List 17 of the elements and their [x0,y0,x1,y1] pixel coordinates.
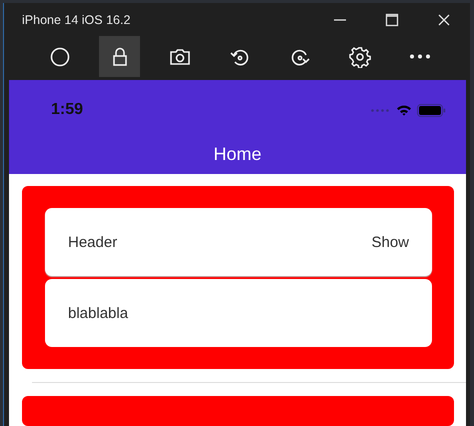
signal-icon [371,108,391,112]
header-row[interactable]: Header Show [45,208,432,276]
more-icon [408,54,430,59]
window-title: iPhone 14 iOS 16.2 [22,12,130,26]
content-text: blablabla [68,304,128,322]
battery-icon [417,104,446,116]
home-button-icon [48,46,70,68]
wifi-icon [396,104,412,116]
show-toggle[interactable]: Show [371,234,409,250]
settings-icon [348,46,370,68]
minimize-icon [333,18,347,20]
status-time: 1:59 [51,101,84,119]
page-title: Home [212,144,262,165]
close-icon [437,12,451,26]
maximize-icon [385,12,399,26]
header-label: Header [68,234,118,250]
toolbar-button[interactable] [99,36,140,77]
